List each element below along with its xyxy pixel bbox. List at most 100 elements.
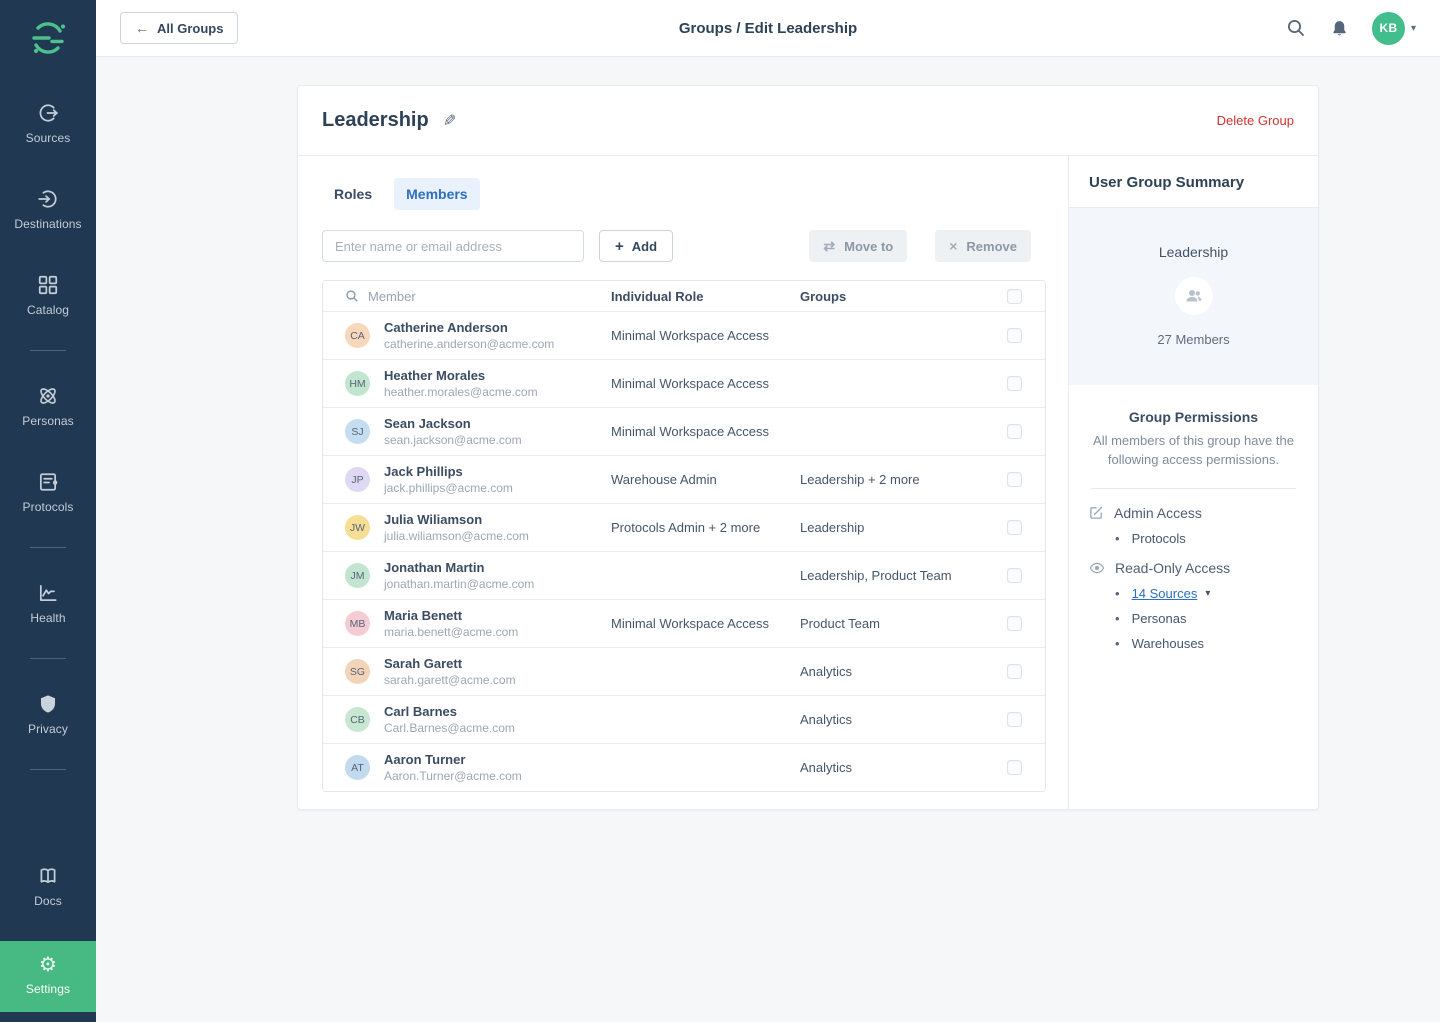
chevron-down-icon: ▾: [1411, 23, 1416, 34]
member-avatar: SJ: [345, 419, 370, 444]
sidebar-item-label: Settings: [26, 982, 70, 996]
member-avatar: HM: [345, 371, 370, 396]
member-email: maria.benett@acme.com: [384, 625, 518, 639]
row-checkbox[interactable]: [1007, 616, 1022, 631]
user-avatar[interactable]: KB: [1372, 12, 1405, 45]
table-search-icon: [345, 289, 359, 303]
edit-group-name-icon[interactable]: ✎: [443, 111, 456, 131]
select-all-checkbox[interactable]: [1007, 289, 1022, 304]
member-role: Protocols Admin + 2 more: [611, 520, 800, 535]
gear-icon: ⚙: [39, 955, 57, 975]
summary-hero: Leadership 27 Members: [1069, 208, 1318, 385]
notifications-bell-icon[interactable]: [1328, 16, 1352, 40]
row-checkbox[interactable]: [1007, 328, 1022, 343]
privacy-icon: [37, 693, 59, 715]
sidebar-item-label: Health: [30, 611, 65, 625]
sidebar-item-health[interactable]: Health: [0, 572, 96, 634]
table-row[interactable]: MB Maria Benett maria.benett@acme.com Mi…: [323, 599, 1045, 647]
member-groups: Leadership, Product Team: [800, 568, 1007, 583]
all-groups-back-button[interactable]: ← All Groups: [120, 12, 238, 44]
sources-caret-icon[interactable]: ▾: [1205, 588, 1210, 599]
delete-group-button[interactable]: Delete Group: [1217, 113, 1294, 128]
member-groups: Leadership + 2 more: [800, 472, 1007, 487]
remove-button[interactable]: × Remove: [935, 230, 1031, 262]
readonly-access-label: Read-Only Access: [1115, 560, 1230, 576]
member-groups: Product Team: [800, 616, 1007, 631]
sidebar-item-docs[interactable]: Docs: [0, 855, 96, 917]
summary-group-name: Leadership: [1159, 244, 1228, 260]
readonly-access-list: 14 Sources ▾ Personas Warehouses: [1115, 586, 1298, 651]
permissions-divider: [1091, 488, 1296, 489]
table-row[interactable]: JM Jonathan Martin jonathan.martin@acme.…: [323, 551, 1045, 599]
table-row[interactable]: CA Catherine Anderson catherine.anderson…: [323, 311, 1045, 359]
member-column-header[interactable]: Member: [323, 289, 611, 304]
member-email: sarah.garett@acme.com: [384, 673, 516, 687]
sidebar-item-destinations[interactable]: Destinations: [0, 178, 96, 240]
sidebar-item-label: Personas: [22, 414, 74, 428]
table-row[interactable]: HM Heather Morales heather.morales@acme.…: [323, 359, 1045, 407]
table-header-row: Member Individual Role Groups: [323, 281, 1045, 311]
row-checkbox[interactable]: [1007, 472, 1022, 487]
add-member-button[interactable]: + Add: [599, 230, 673, 262]
member-avatar: MB: [345, 611, 370, 636]
sidebar-item-personas[interactable]: Personas: [0, 375, 96, 437]
table-row[interactable]: AT Aaron Turner Aaron.Turner@acme.com An…: [323, 743, 1045, 791]
sources-icon: [37, 102, 59, 124]
row-checkbox[interactable]: [1007, 664, 1022, 679]
destinations-icon: [37, 188, 59, 210]
member-email: julia.wiliamson@acme.com: [384, 529, 529, 543]
remove-label: Remove: [966, 239, 1017, 254]
table-row[interactable]: SJ Sean Jackson sean.jackson@acme.com Mi…: [323, 407, 1045, 455]
member-table-body: CA Catherine Anderson catherine.anderson…: [323, 311, 1045, 791]
sidebar-item-catalog[interactable]: Catalog: [0, 264, 96, 326]
remove-x-icon: ×: [949, 238, 957, 254]
sidebar-item-privacy[interactable]: Privacy: [0, 683, 96, 745]
user-menu[interactable]: KB ▾: [1372, 12, 1416, 45]
readonly-access-item: 14 Sources ▾: [1115, 586, 1298, 601]
move-to-label: Move to: [844, 239, 893, 254]
member-role: Warehouse Admin: [611, 472, 800, 487]
admin-access-list: Protocols: [1115, 531, 1298, 546]
sidebar-item-label: Protocols: [23, 500, 74, 514]
member-name: Sean Jackson: [384, 416, 522, 431]
row-checkbox[interactable]: [1007, 568, 1022, 583]
tab-members[interactable]: Members: [394, 178, 479, 210]
readonly-access-item: Warehouses: [1115, 636, 1298, 651]
table-row[interactable]: SG Sarah Garett sarah.garett@acme.com An…: [323, 647, 1045, 695]
row-checkbox[interactable]: [1007, 712, 1022, 727]
sidebar-bottom: Docs ⚙ Settings: [0, 855, 96, 1022]
sources-count-link[interactable]: 14 Sources: [1132, 586, 1198, 601]
card-body: Roles Members + Add ⇄ Move to: [298, 156, 1318, 809]
member-name: Sarah Garett: [384, 656, 516, 671]
table-row[interactable]: JW Julia Wiliamson julia.wiliamson@acme.…: [323, 503, 1045, 551]
member-email: catherine.anderson@acme.com: [384, 337, 554, 351]
row-checkbox[interactable]: [1007, 376, 1022, 391]
sidebar: Sources Destinations Cat: [0, 0, 96, 1022]
sidebar-item-label: Docs: [34, 894, 62, 908]
tab-roles[interactable]: Roles: [322, 178, 384, 210]
sidebar-item-label: Destinations: [14, 217, 81, 231]
sidebar-item-protocols[interactable]: Protocols: [0, 461, 96, 523]
sidebar-item-sources[interactable]: Sources: [0, 92, 96, 154]
table-row[interactable]: CB Carl Barnes Carl.Barnes@acme.com Anal…: [323, 695, 1045, 743]
member-email: jonathan.martin@acme.com: [384, 577, 534, 591]
breadcrumb-title: Groups / Edit Leadership: [679, 20, 857, 37]
row-checkbox[interactable]: [1007, 760, 1022, 775]
member-name: Jack Phillips: [384, 464, 513, 479]
readonly-access-row: Read-Only Access: [1089, 560, 1298, 576]
move-to-button[interactable]: ⇄ Move to: [809, 230, 907, 262]
sidebar-item-settings[interactable]: ⚙ Settings: [0, 941, 96, 1012]
member-search-input[interactable]: [322, 230, 584, 262]
member-email: Carl.Barnes@acme.com: [384, 721, 515, 735]
member-email: sean.jackson@acme.com: [384, 433, 522, 447]
readonly-access-item: Personas: [1115, 611, 1298, 626]
row-checkbox[interactable]: [1007, 424, 1022, 439]
sidebar-item-label: Sources: [26, 131, 71, 145]
member-avatar: JM: [345, 563, 370, 588]
member-groups: Analytics: [800, 664, 1007, 679]
segment-logo-icon[interactable]: [26, 16, 70, 60]
row-checkbox[interactable]: [1007, 520, 1022, 535]
member-role: Minimal Workspace Access: [611, 616, 800, 631]
search-icon[interactable]: [1284, 16, 1308, 40]
table-row[interactable]: JP Jack Phillips jack.phillips@acme.com …: [323, 455, 1045, 503]
